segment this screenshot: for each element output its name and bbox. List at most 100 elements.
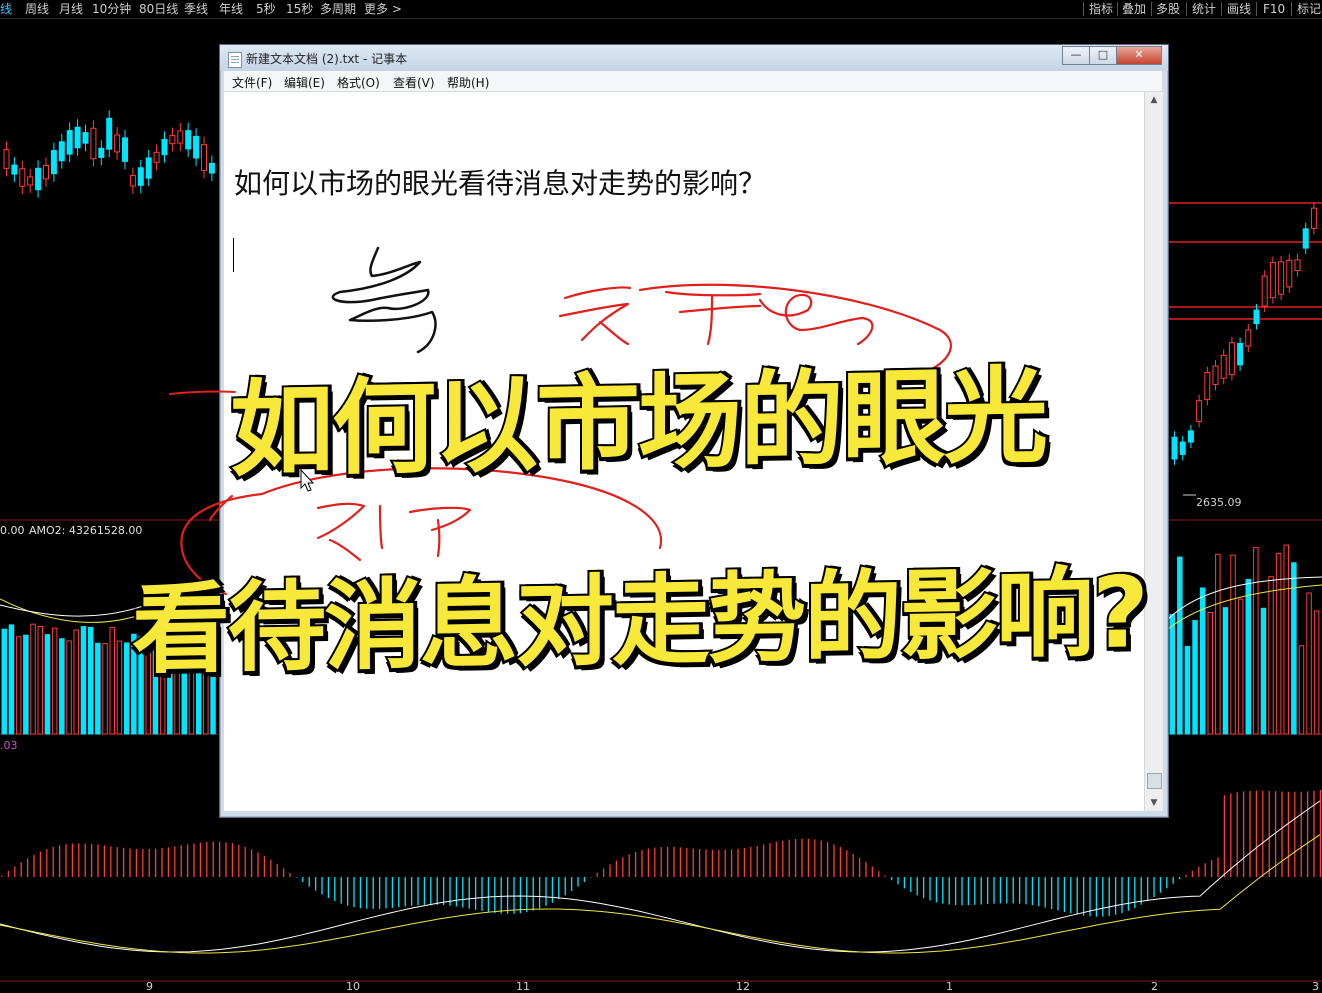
text-caret: [233, 238, 234, 272]
scroll-thumb[interactable]: [1147, 773, 1162, 789]
candlestick: [1179, 441, 1186, 455]
candlestick: [98, 147, 105, 158]
period-15s[interactable]: 15秒: [286, 1, 313, 17]
maximize-button[interactable]: □: [1089, 46, 1117, 65]
volume-bar: [59, 638, 65, 735]
f10-button[interactable]: F10: [1263, 1, 1285, 17]
candlestick: [208, 162, 215, 174]
volume-bar: [1253, 547, 1259, 735]
candlestick: [11, 164, 18, 175]
menu-help[interactable]: 帮助(H): [447, 74, 489, 91]
candlestick: [185, 130, 192, 150]
candlestick: [1310, 207, 1317, 229]
mark-button[interactable]: 标记: [1297, 1, 1321, 17]
volume-bar: [1177, 556, 1183, 735]
scroll-up-icon[interactable]: ▲: [1145, 92, 1163, 108]
date-tick: 11: [516, 980, 530, 993]
period-multi[interactable]: 多周期: [320, 1, 356, 17]
volume-bar: [102, 643, 108, 735]
volume-ma-line: [1167, 584, 1322, 630]
candlestick: [27, 176, 34, 186]
candlestick: [58, 141, 65, 162]
menu-bar: 文件(F) 编辑(E) 格式(O) 查看(V) 帮助(H): [224, 71, 1162, 92]
candlestick: [1269, 261, 1276, 299]
period-month[interactable]: 月线: [59, 1, 83, 17]
volume-bar: [1222, 607, 1229, 735]
volume-bar: [51, 627, 58, 735]
vertical-scrollbar[interactable]: ▲ ▼: [1144, 92, 1163, 811]
volume-bar: [1215, 553, 1221, 735]
period-year[interactable]: 年线: [219, 1, 243, 17]
candlestick: [50, 150, 57, 175]
minimize-button[interactable]: —: [1062, 46, 1090, 65]
period-10min[interactable]: 10分钟: [92, 1, 131, 17]
candlestick: [1196, 400, 1203, 422]
menu-view[interactable]: 查看(V): [393, 74, 435, 91]
volume-bar: [87, 626, 94, 735]
notepad-icon: [228, 52, 242, 68]
period-5s[interactable]: 5秒: [256, 1, 276, 17]
volume-bar: [8, 624, 15, 735]
multi-stock-button[interactable]: 多股: [1156, 1, 1180, 17]
overlay-button[interactable]: 叠加: [1122, 1, 1146, 17]
candlestick: [66, 130, 73, 155]
draw-line-button[interactable]: 画线: [1227, 1, 1251, 17]
period-day[interactable]: 线: [0, 1, 12, 17]
close-button[interactable]: ✕: [1116, 46, 1162, 65]
candlestick: [1261, 275, 1268, 307]
volume-bar: [1306, 592, 1312, 735]
candlestick: [1286, 259, 1293, 288]
period-week[interactable]: 周线: [25, 1, 49, 17]
scroll-down-icon[interactable]: ▼: [1145, 795, 1163, 811]
volume-bar: [23, 634, 29, 735]
volume-bar: [80, 626, 87, 735]
statistics-button[interactable]: 统计: [1192, 1, 1216, 17]
volume-bar: [1268, 576, 1274, 735]
candlestick: [19, 168, 26, 187]
candlestick: [74, 126, 81, 149]
menu-format[interactable]: 格式(O): [337, 74, 380, 91]
volume-bar: [1184, 645, 1191, 735]
candlestick: [169, 135, 176, 145]
period-80day[interactable]: 80日线: [139, 1, 178, 17]
volume-bar: [123, 642, 130, 735]
date-tick: 1: [946, 980, 953, 993]
menu-edit[interactable]: 编辑(E): [284, 74, 325, 91]
volume-bar: [95, 642, 101, 735]
menu-file[interactable]: 文件(F): [232, 74, 272, 91]
date-tick: 12: [736, 980, 750, 993]
candlestick: [153, 151, 160, 163]
candlestick: [161, 138, 168, 156]
indicator-button[interactable]: 指标: [1089, 1, 1113, 17]
volume-bar: [1298, 645, 1305, 735]
candlestick: [1171, 436, 1178, 460]
amo2-label: AMO2: 43261528.00: [29, 524, 143, 537]
volume-bar: [116, 640, 123, 735]
candlestick: [1204, 372, 1211, 400]
candlestick: [1237, 342, 1244, 366]
volume-bar: [109, 626, 115, 735]
candlestick: [1220, 354, 1227, 379]
candlestick: [193, 135, 200, 159]
volume-bar: [1313, 610, 1320, 735]
more-menu[interactable]: 更多 >: [364, 1, 402, 17]
volume-bar: [1230, 554, 1236, 735]
caption-line-2: 看待消息对走势的影响?: [130, 554, 1149, 690]
macd-label: .03: [0, 739, 18, 752]
period-season[interactable]: 季线: [184, 1, 208, 17]
volume-bar: [1245, 578, 1251, 735]
candlestick: [1302, 228, 1309, 249]
candlestick: [1212, 365, 1219, 385]
volume-ma-line: [1167, 576, 1322, 620]
volume-bar: [1237, 598, 1244, 735]
candlestick: [82, 132, 89, 144]
volume-bar: [1169, 613, 1175, 735]
candlestick: [3, 149, 10, 169]
volume-bar: [73, 629, 79, 735]
candlestick: [106, 117, 113, 150]
candlestick: [145, 157, 152, 179]
volume-bar: [1207, 612, 1213, 735]
notepad-titlebar[interactable]: 新建文本文档 (2).txt - 记事本 — □ ✕: [220, 45, 1168, 71]
candlestick: [1245, 329, 1252, 347]
candlestick: [43, 164, 49, 180]
